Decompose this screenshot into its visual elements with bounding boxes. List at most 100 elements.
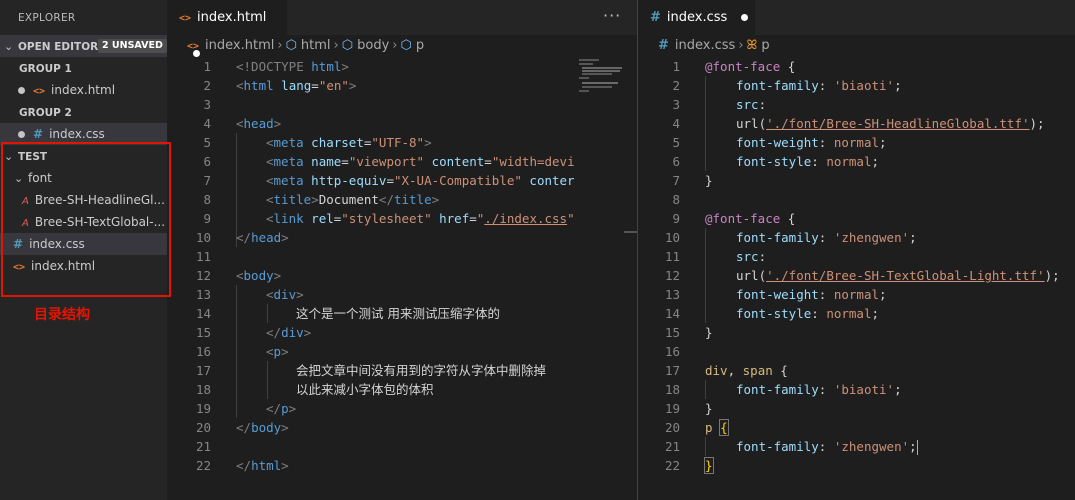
code-line: } [704,457,714,474]
line-number: 20 [664,420,680,435]
line-number: 14 [664,306,680,321]
left-tab-bar: <> index.html ··· [167,0,637,57]
line-number: 11 [664,249,680,264]
code-line: 以此来减小字体包的体积 [296,382,434,397]
code-line: <link rel="stylesheet" href="./index.css… [266,211,575,226]
line-number: 15 [664,325,680,340]
tab-label: index.html [197,10,267,25]
annotation-box [1,142,171,297]
html-code-area[interactable]: 1 2 3 4 5 6 7 8 9 10 11 12 13 14 15 16 17 18 19 20 21 22 <!DO… [167,57,577,500]
code-line: </html> [236,458,289,473]
breadcrumb-item[interactable]: p [761,38,769,53]
css-code-area[interactable]: 1 2 3 4 5 6 7 8 9 10 11 12 13 14 15 16 17 18 19 20 21 22 @fon… [638,57,1075,500]
line-number: 2 [672,78,680,93]
code-line: </div> [266,325,312,340]
code-line: } [705,325,713,340]
line-number: 22 [195,458,211,473]
line-number: 8 [203,192,211,207]
scrollbar[interactable] [624,231,637,233]
line-number: 7 [203,173,211,188]
group-1-label: GROUP 1 [19,63,72,75]
code-line: <body> [236,268,282,283]
indent-guide [267,361,268,399]
html-file-icon: <> [179,13,192,24]
line-number: 1 [203,59,211,74]
chevron-right-icon: › [738,38,744,53]
line-number: 9 [672,211,680,226]
breadcrumb-item[interactable]: index.html [205,38,274,53]
line-number: 10 [664,230,680,245]
indent-guide [705,76,706,171]
line-number: 13 [664,287,680,302]
open-editor-index-html[interactable]: <> index.html [0,79,167,101]
line-number: 9 [203,211,211,226]
code-line: <html lang="en"> [236,78,357,93]
open-editors-section[interactable]: ⌄ OPEN EDITORS 2 UNSAVED [0,35,167,57]
code-line: url('./font/Bree-SH-HeadlineGlobal.ttf')… [736,116,1045,131]
unsaved-badge: 2 UNSAVED [98,39,167,53]
css-file-icon: # [650,10,661,25]
element-icon: ⬡ [400,38,412,53]
line-number: 7 [672,173,680,188]
line-number: 6 [672,154,680,169]
line-number: 5 [672,135,680,150]
tab-label: index.css [666,10,728,25]
line-number: 2 [203,78,211,93]
line-number: 22 [664,458,680,473]
element-icon: ⬡ [285,38,297,53]
line-number: 6 [203,154,211,169]
minimap[interactable] [577,57,625,97]
breadcrumb: # index.css › ꕤ p [658,35,770,57]
group-2-header: GROUP 2 [0,101,167,123]
unsaved-dot-icon[interactable] [18,131,25,138]
breadcrumb: <> index.html › ⬡ html › ⬡ body › ⬡ p [187,35,424,57]
line-number: 12 [664,268,680,283]
breadcrumb-item[interactable]: html [301,38,331,53]
code-line: </head> [236,230,289,245]
code-line: @font-face { [705,211,796,226]
line-number: 19 [195,401,211,416]
code-line: </p> [266,401,297,416]
line-number: 12 [195,268,211,283]
code-line: font-family: 'zhengwen'; [736,439,918,455]
breadcrumb-item[interactable]: index.css [675,38,735,53]
breadcrumb-item[interactable]: body [357,38,389,53]
code-line: <head> [236,116,282,131]
chevron-down-icon: ⌄ [4,40,14,53]
element-icon: ⬡ [341,38,354,53]
code-line: src: [736,97,767,112]
code-line: src: [736,249,767,264]
html-file-icon: <> [33,86,46,97]
selector-icon: ꕤ [746,38,758,53]
tab-index-html[interactable]: <> index.html [167,0,287,57]
code-line: font-family: 'biaoti'; [736,78,902,93]
chevron-right-icon: › [392,38,398,53]
unsaved-dot-icon[interactable] [18,87,25,94]
chevron-right-icon: › [333,38,339,53]
line-number: 4 [203,116,211,131]
open-editor-filename: index.html [51,83,116,97]
line-number: 17 [195,363,211,378]
group-1-header: GROUP 1 [0,57,167,79]
line-number: 11 [195,249,211,264]
code-line: 会把文章中间没有用到的字符从字体中删除掉 [296,363,547,378]
indent-guide [705,437,706,456]
code-line: <meta name="viewport" content="width=dev… [266,154,575,169]
line-number: 18 [195,382,211,397]
breadcrumb-item[interactable]: p [416,38,424,53]
tab-index-css[interactable]: # index.css [638,0,755,35]
line-number: 1 [672,59,680,74]
indent-guide [267,304,268,323]
more-actions-icon[interactable]: ··· [603,0,621,35]
group-2-label: GROUP 2 [19,107,72,119]
annotation-label: 目录结构 [34,307,90,323]
code-line: div, span { [705,363,788,378]
unsaved-dot-icon[interactable] [741,14,749,21]
line-number: 13 [195,287,211,302]
code-line: p { [705,419,729,436]
css-file-icon: # [33,127,44,141]
line-number: 20 [195,420,211,435]
open-editor-filename: index.css [49,127,105,141]
line-number: 14 [195,306,211,321]
code-line: <meta charset="UTF-8"> [266,135,432,150]
